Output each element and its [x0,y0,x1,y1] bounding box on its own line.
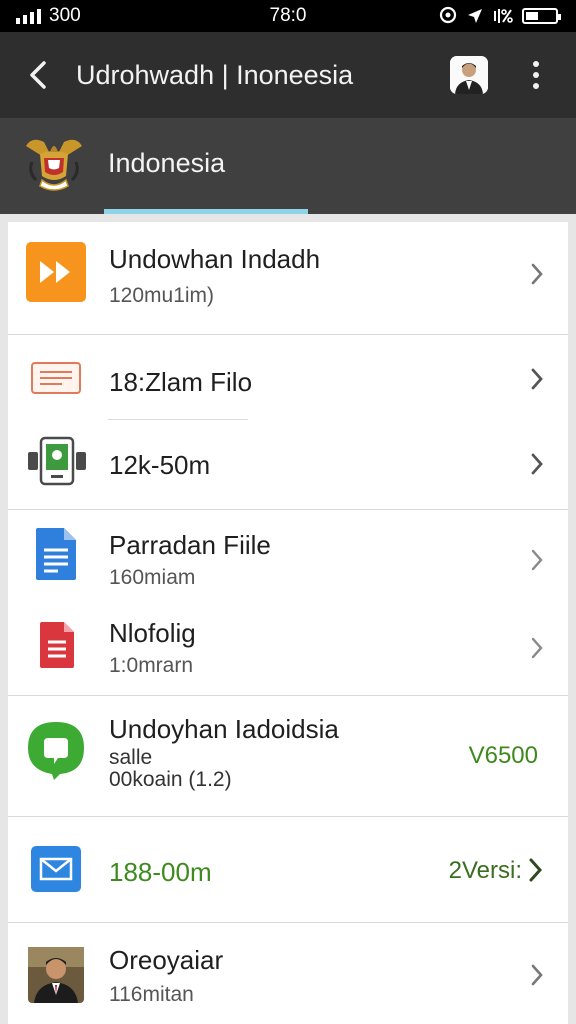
chevron-right-icon [531,453,543,475]
version-label: 2Versi: [448,857,522,884]
item-title: Undowhan Indadh [109,244,321,274]
item-subtitle: salle [109,746,153,769]
page-title: Udrohwadh | Inoneesia [76,59,354,90]
person-avatar-icon [450,56,488,94]
version-label: V6500 [468,742,538,769]
list-item[interactable]: Undoyhan Iadoidsia salle 00koain (1.2) V… [8,696,568,816]
chat-bubble-icon [28,722,84,780]
pdf-document-icon [40,622,74,668]
dot-icon [533,72,539,78]
document-icon [36,528,76,580]
item-detail: 00koain (1.2) [109,768,232,791]
mail-icon [31,846,81,892]
status-left: 300 [16,5,81,27]
vibrate-icon [494,9,513,23]
item-subtitle: 1:0mrarn [109,654,194,677]
item-subtitle: 116mitan [109,983,194,1006]
carrier-text: 300 [49,5,81,26]
chevron-right-icon [531,549,543,571]
tab-indicator [104,209,308,214]
back-arrow-icon [30,61,46,89]
list-item[interactable]: 188-00m 2Versi: [8,817,568,921]
status-time: 78:0 [269,5,307,26]
item-subtitle: 120mu1im) [109,284,215,307]
location-icon [439,6,457,24]
tab-bar: Indonesia [0,118,576,214]
chevron-right-icon [531,637,543,659]
chevron-right-icon [531,263,543,285]
garuda-emblem-icon [26,139,82,191]
chevron-right-icon [531,368,543,390]
phone-app-icon [28,436,86,486]
list-item[interactable]: Parradan Fiile 160miam [8,510,568,596]
item-title: Oreoyaiar [109,945,224,975]
back-button[interactable] [0,32,76,118]
item-title: Parradan Fiile [109,530,271,560]
list-item[interactable]: Nlofolig 1:0mrarn [8,596,568,694]
list-item[interactable]: Undowhan Indadh 120mu1im) [8,222,568,334]
list-item[interactable]: 12k-50m [8,420,568,508]
dot-icon [533,61,539,67]
fast-forward-icon [26,242,86,302]
item-title: Undoyhan Iadoidsia [109,714,339,744]
item-subtitle: 160miam [109,566,196,589]
profile-avatar-button[interactable] [450,56,488,94]
status-bar: 300 78:0 [0,0,576,32]
list-item[interactable]: 18:Zlam Filo [8,335,568,419]
file-list: Undowhan Indadh 120mu1im) 18:Zlam Filo 1… [8,222,568,1024]
chevron-right-icon [531,964,543,986]
chevron-right-icon [529,858,543,882]
more-options-button[interactable] [518,45,554,105]
app-bar: Udrohwadh | Inoneesia [0,32,576,118]
navigation-icon [468,9,482,23]
item-title: 18:Zlam Filo [109,367,253,397]
signal-icon [16,8,41,24]
document-lines-icon [31,362,81,394]
list-item[interactable]: Oreoyaiar 116mitan [8,923,568,1024]
tab-indonesia[interactable]: Indonesia [108,148,225,179]
item-title: Nlofolig [109,618,196,648]
dot-icon [533,83,539,89]
battery-icon [522,8,561,24]
item-title: 188-00m [109,857,212,887]
item-title: 12k-50m [109,450,211,480]
person-photo-icon [28,947,84,1003]
status-right [438,6,561,26]
